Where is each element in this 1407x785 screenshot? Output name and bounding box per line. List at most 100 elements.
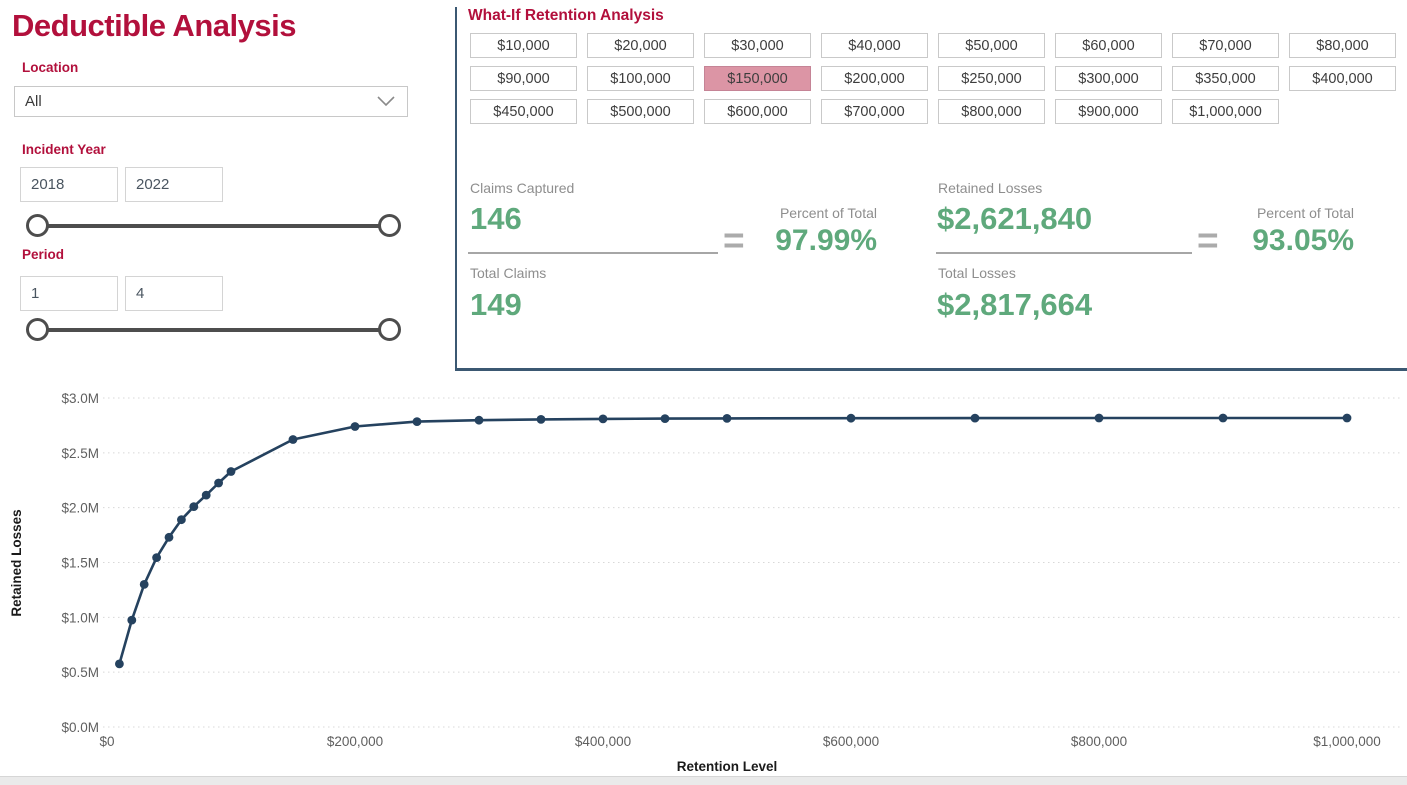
- retention-button[interactable]: $450,000: [470, 99, 577, 124]
- y-tick-label: $0.0M: [61, 720, 99, 735]
- retention-button[interactable]: $30,000: [704, 33, 811, 58]
- x-tick-label: $800,000: [1071, 734, 1127, 749]
- data-point[interactable]: [115, 660, 124, 669]
- data-point[interactable]: [127, 616, 136, 625]
- incident-year-max-input[interactable]: [125, 167, 223, 202]
- y-tick-label: $1.0M: [61, 610, 99, 625]
- slider-track[interactable]: [37, 328, 390, 332]
- x-tick-label: $400,000: [575, 734, 631, 749]
- percent-of-total-label: Percent of Total: [1162, 205, 1354, 221]
- location-dropdown[interactable]: All: [14, 86, 408, 117]
- y-tick-label: $0.5M: [61, 665, 99, 680]
- period-slider[interactable]: [26, 318, 401, 342]
- retention-button[interactable]: $900,000: [1055, 99, 1162, 124]
- data-point[interactable]: [140, 580, 149, 589]
- data-point[interactable]: [227, 467, 236, 476]
- retention-button[interactable]: $500,000: [587, 99, 694, 124]
- incident-year-slider[interactable]: [26, 214, 401, 238]
- period-label: Period: [22, 247, 64, 262]
- retention-button[interactable]: $150,000: [704, 66, 811, 91]
- retention-button[interactable]: $1,000,000: [1172, 99, 1279, 124]
- y-axis-title: Retained Losses: [9, 509, 24, 616]
- data-point[interactable]: [214, 479, 223, 488]
- retention-button[interactable]: $200,000: [821, 66, 928, 91]
- total-losses-value: $2,817,664: [937, 287, 1092, 323]
- data-point[interactable]: [177, 515, 186, 524]
- retention-button[interactable]: $250,000: [938, 66, 1045, 91]
- data-point[interactable]: [847, 414, 856, 423]
- slider-handle-max[interactable]: [378, 318, 401, 341]
- whatif-title: What-If Retention Analysis: [468, 7, 664, 25]
- claims-percent-value: 97.99%: [690, 224, 877, 258]
- location-label: Location: [22, 60, 78, 75]
- retention-button[interactable]: $60,000: [1055, 33, 1162, 58]
- data-point[interactable]: [165, 533, 174, 542]
- x-tick-label: $1,000,000: [1313, 734, 1381, 749]
- location-dropdown-value: All: [25, 93, 42, 110]
- data-point[interactable]: [202, 491, 211, 500]
- slider-handle-max[interactable]: [378, 214, 401, 237]
- y-tick-label: $2.5M: [61, 446, 99, 461]
- data-point[interactable]: [152, 553, 161, 562]
- data-point[interactable]: [189, 502, 198, 511]
- retention-line: [119, 418, 1347, 664]
- slider-track[interactable]: [37, 224, 390, 228]
- retention-button[interactable]: $50,000: [938, 33, 1045, 58]
- data-point[interactable]: [537, 415, 546, 424]
- data-point[interactable]: [289, 435, 298, 444]
- retention-button[interactable]: $700,000: [821, 99, 928, 124]
- percent-of-total-label: Percent of Total: [690, 205, 877, 221]
- x-tick-label: $200,000: [327, 734, 383, 749]
- losses-percent-block: Percent of Total 93.05%: [1162, 205, 1354, 258]
- retention-curve-chart: $0.0M$0.5M$1.0M$1.5M$2.0M$2.5M$3.0M$0$20…: [0, 385, 1407, 777]
- retention-button[interactable]: $80,000: [1289, 33, 1396, 58]
- claims-captured-value: 146: [470, 201, 522, 237]
- slider-handle-min[interactable]: [26, 214, 49, 237]
- x-tick-label: $0: [99, 734, 114, 749]
- incident-year-min-input[interactable]: [20, 167, 118, 202]
- data-point[interactable]: [413, 417, 422, 426]
- total-losses-label: Total Losses: [938, 265, 1016, 281]
- retention-buttons: $10,000 $20,000 $30,000 $40,000 $50,000 $60,0…: [470, 33, 1400, 124]
- retention-button[interactable]: $400,000: [1289, 66, 1396, 91]
- retention-button[interactable]: $20,000: [587, 33, 694, 58]
- retention-button[interactable]: $800,000: [938, 99, 1045, 124]
- retained-losses-label: Retained Losses: [938, 180, 1042, 196]
- data-point[interactable]: [1343, 414, 1352, 423]
- data-point[interactable]: [723, 414, 732, 423]
- retention-button[interactable]: $90,000: [470, 66, 577, 91]
- data-point[interactable]: [661, 414, 670, 423]
- claims-percent-block: Percent of Total 97.99%: [690, 205, 877, 258]
- data-point[interactable]: [599, 415, 608, 424]
- slider-handle-min[interactable]: [26, 318, 49, 341]
- fraction-divider: [936, 252, 1192, 254]
- claims-captured-label: Claims Captured: [470, 180, 574, 196]
- fraction-divider: [468, 252, 718, 254]
- data-point[interactable]: [475, 416, 484, 425]
- total-claims-value: 149: [470, 287, 522, 323]
- retention-button[interactable]: $350,000: [1172, 66, 1279, 91]
- whatif-panel: What-If Retention Analysis $10,000 $20,00…: [455, 7, 1407, 371]
- data-point[interactable]: [351, 422, 360, 431]
- y-tick-label: $2.0M: [61, 501, 99, 516]
- data-point[interactable]: [1219, 414, 1228, 423]
- losses-percent-value: 93.05%: [1162, 224, 1354, 258]
- page-title: Deductible Analysis: [12, 8, 296, 44]
- chevron-down-icon: [377, 96, 395, 107]
- y-tick-label: $1.5M: [61, 556, 99, 571]
- retention-button[interactable]: $40,000: [821, 33, 928, 58]
- retention-button[interactable]: $10,000: [470, 33, 577, 58]
- x-tick-label: $600,000: [823, 734, 879, 749]
- period-min-input[interactable]: [20, 276, 118, 311]
- retention-chart-svg: $0.0M$0.5M$1.0M$1.5M$2.0M$2.5M$3.0M$0$20…: [0, 385, 1407, 777]
- retained-losses-value: $2,621,840: [937, 201, 1092, 237]
- retention-button[interactable]: $70,000: [1172, 33, 1279, 58]
- canvas-bottom-edge: [0, 776, 1407, 785]
- retention-button[interactable]: $100,000: [587, 66, 694, 91]
- x-axis-title: Retention Level: [677, 759, 778, 774]
- data-point[interactable]: [971, 414, 980, 423]
- data-point[interactable]: [1095, 414, 1104, 423]
- retention-button[interactable]: $300,000: [1055, 66, 1162, 91]
- retention-button[interactable]: $600,000: [704, 99, 811, 124]
- period-max-input[interactable]: [125, 276, 223, 311]
